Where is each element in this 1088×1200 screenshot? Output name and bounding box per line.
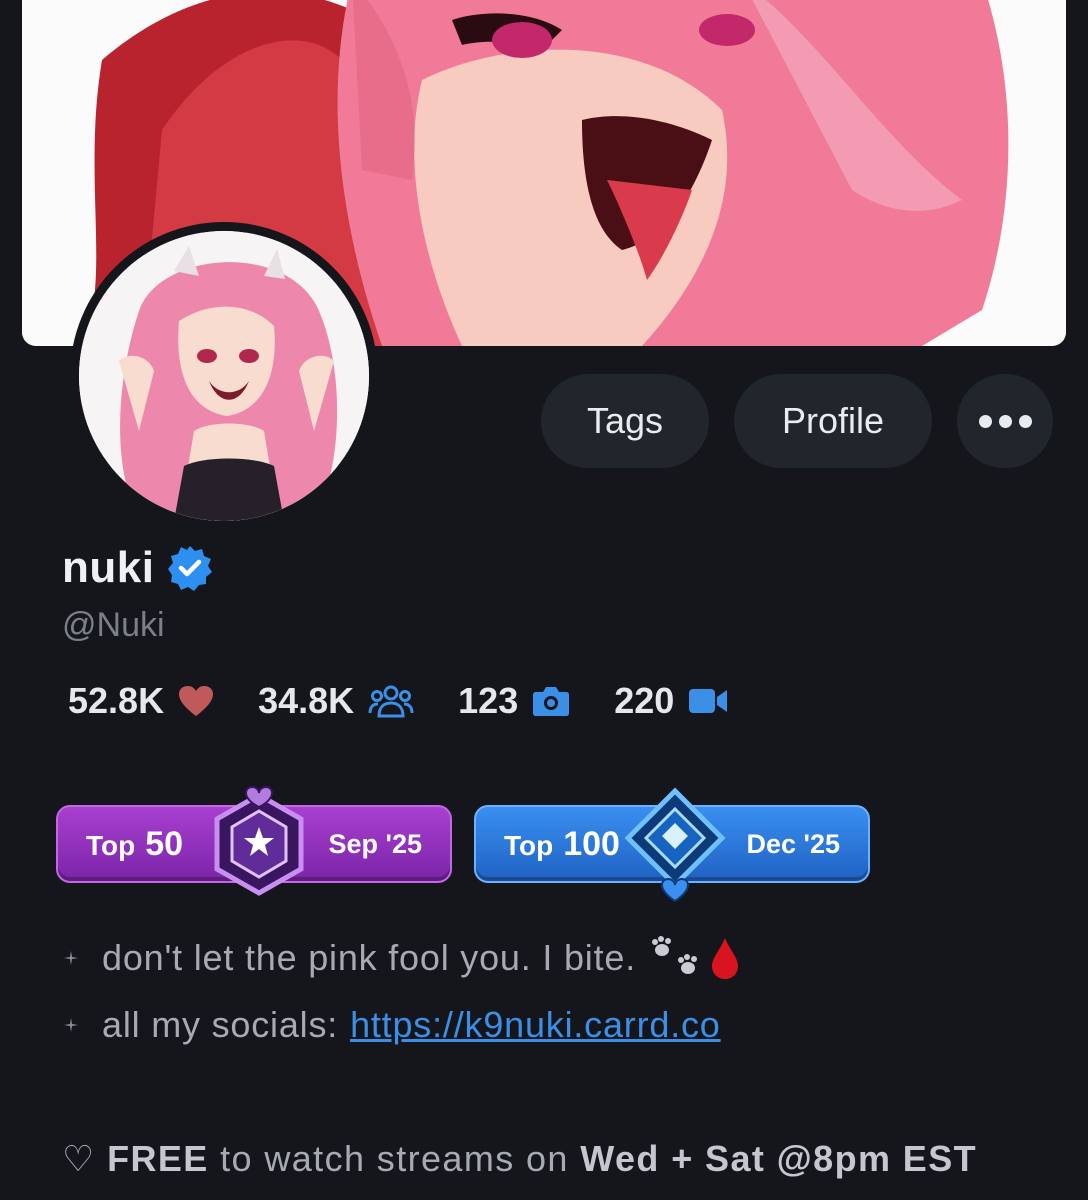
tags-button[interactable]: Tags bbox=[541, 374, 709, 468]
followers-icon bbox=[368, 685, 414, 718]
followers-count: 34.8K bbox=[258, 680, 355, 721]
profile-page: Tags Profile nuki @Nuki 52.8K 34.8K 123 … bbox=[0, 0, 1088, 1200]
badge-rank: 100 bbox=[563, 824, 620, 863]
badge-top-label: Top bbox=[86, 829, 136, 861]
more-dots-icon bbox=[978, 414, 1032, 428]
profile-button-label: Profile bbox=[781, 400, 885, 441]
name-row: nuki bbox=[62, 543, 214, 593]
socials-link[interactable]: https://k9nuki.carrd.co bbox=[350, 1004, 721, 1046]
schedule-text: to watch streams on bbox=[208, 1138, 581, 1179]
verified-check-icon bbox=[168, 546, 213, 591]
photos-stat: 123 bbox=[458, 680, 570, 722]
bio-socials-label: all my socials: bbox=[102, 1004, 339, 1045]
avatar-artwork bbox=[79, 231, 369, 521]
top-100-badge[interactable]: Top 100 Dec '25 bbox=[474, 787, 870, 903]
badge-date: Sep '25 bbox=[328, 828, 422, 859]
badge-top-label: Top bbox=[504, 829, 554, 861]
video-camera-icon bbox=[689, 689, 728, 713]
handle: @Nuki bbox=[62, 606, 165, 644]
heart-icon bbox=[179, 686, 214, 716]
likes-stat: 52.8K bbox=[68, 680, 214, 722]
likes-count: 52.8K bbox=[68, 680, 165, 721]
videos-count: 220 bbox=[614, 680, 675, 721]
avatar[interactable] bbox=[70, 222, 378, 530]
stream-schedule: ♡ FREE to watch streams on Wed + Sat @8p… bbox=[62, 1138, 977, 1180]
heart-outline-icon: ♡ bbox=[62, 1138, 96, 1179]
emoji-group bbox=[650, 936, 740, 980]
bio-line-2: all my socials: https://k9nuki.carrd.co bbox=[62, 1004, 721, 1046]
bio-text-1: don't let the pink fool you. I bite. bbox=[102, 937, 636, 978]
paw-prints-icon bbox=[652, 936, 697, 974]
tags-button-label: Tags bbox=[586, 400, 664, 441]
camera-icon bbox=[533, 687, 570, 716]
profile-button[interactable]: Profile bbox=[734, 374, 932, 468]
purple-rank-emblem-icon bbox=[214, 786, 304, 896]
display-name: nuki bbox=[62, 543, 155, 592]
followers-stat: 34.8K bbox=[258, 680, 414, 722]
schedule-days: Wed + Sat @8pm EST bbox=[580, 1138, 977, 1179]
sparkle-icon bbox=[64, 1018, 78, 1032]
blood-drop-icon bbox=[712, 938, 738, 979]
more-options-button[interactable] bbox=[957, 374, 1053, 468]
top-50-badge[interactable]: Top 50 Sep '25 bbox=[56, 786, 452, 896]
sparkle-icon bbox=[64, 951, 78, 965]
videos-stat: 220 bbox=[614, 680, 728, 722]
photos-count: 123 bbox=[458, 680, 519, 721]
free-label: FREE bbox=[107, 1138, 209, 1179]
bio-line-1: don't let the pink fool you. I bite. bbox=[62, 936, 740, 980]
blue-rank-emblem-icon bbox=[624, 787, 726, 903]
stats-row: 52.8K 34.8K 123 220 bbox=[68, 680, 772, 722]
badge-date: Dec '25 bbox=[746, 828, 841, 859]
badge-rank: 50 bbox=[145, 824, 184, 863]
